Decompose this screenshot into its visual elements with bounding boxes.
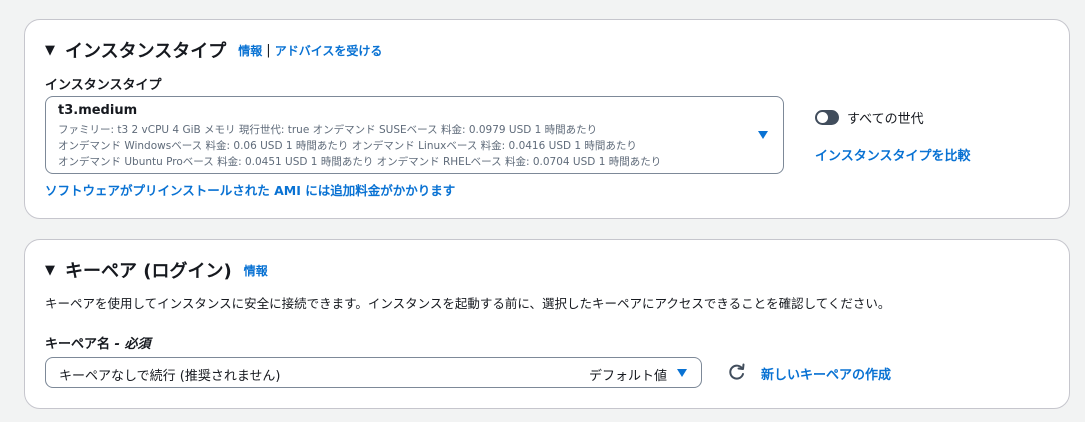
get-advice-link[interactable]: アドバイスを受ける (275, 42, 383, 59)
caret-down-icon[interactable]: ▼ (45, 263, 55, 278)
key-pair-header[interactable]: ▼ キーペア (ログイン) 情報 (45, 257, 268, 283)
all-generations-toggle[interactable] (815, 110, 839, 125)
toggle-knob (817, 112, 828, 123)
refresh-icon[interactable] (727, 362, 747, 382)
instance-type-header[interactable]: ▼ インスタンスタイプ 情報 | アドバイスを受ける (45, 37, 382, 63)
dropdown-triangle-icon[interactable] (677, 369, 687, 377)
selected-instance-name: t3.medium (58, 103, 138, 118)
dropdown-triangle-icon[interactable] (758, 131, 768, 139)
all-generations-label: すべての世代 (847, 112, 924, 127)
instance-type-panel: ▼ インスタンスタイプ 情報 | アドバイスを受ける インスタンスタイプ t3.… (24, 19, 1070, 219)
key-pair-description: キーペアを使用してインスタンスに安全に接続できます。インスタンスを起動する前に、… (45, 296, 891, 311)
key-pair-title: キーペア (ログイン) (65, 261, 232, 282)
instance-details-line-3: オンデマンド Ubuntu Proベース 料金: 0.0451 USD 1 時間… (58, 156, 662, 168)
required-label: - 必須 (114, 337, 151, 352)
link-separator: | (266, 42, 271, 58)
key-pair-select[interactable]: キーペアなしで続行 (推奨されません) デフォルト値 (45, 357, 702, 388)
caret-down-icon[interactable]: ▼ (45, 43, 55, 58)
key-pair-name-label: キーペア名 (45, 337, 111, 352)
key-pair-field-label: キーペア名 - 必須 (45, 333, 150, 352)
instance-type-title: インスタンスタイプ (65, 41, 227, 62)
instance-type-select[interactable]: t3.medium ファミリー: t3 2 vCPU 4 GiB メモリ 現行世… (45, 96, 784, 174)
selected-key-pair: キーペアなしで続行 (推奨されません) (59, 369, 281, 384)
instance-type-field-label: インスタンスタイプ (45, 78, 162, 93)
default-value-tag: デフォルト値 (588, 369, 667, 384)
instance-details-line-1: ファミリー: t3 2 vCPU 4 GiB メモリ 現行世代: true オン… (58, 124, 598, 136)
instance-details-line-2: オンデマンド Windowsベース 料金: 0.06 USD 1 時間あたり オ… (58, 140, 637, 152)
key-pair-panel: ▼ キーペア (ログイン) 情報 キーペアを使用してインスタンスに安全に接続でき… (24, 239, 1070, 409)
key-pair-info-link[interactable]: 情報 (244, 262, 268, 279)
compare-instance-types-link[interactable]: インスタンスタイプを比較 (815, 145, 970, 164)
ami-extra-charge-link[interactable]: ソフトウェアがプリインストールされた AMI には追加料金がかかります (45, 180, 455, 199)
create-key-pair-link[interactable]: 新しいキーペアの作成 (761, 364, 891, 383)
instance-type-info-link[interactable]: 情報 (238, 42, 262, 59)
